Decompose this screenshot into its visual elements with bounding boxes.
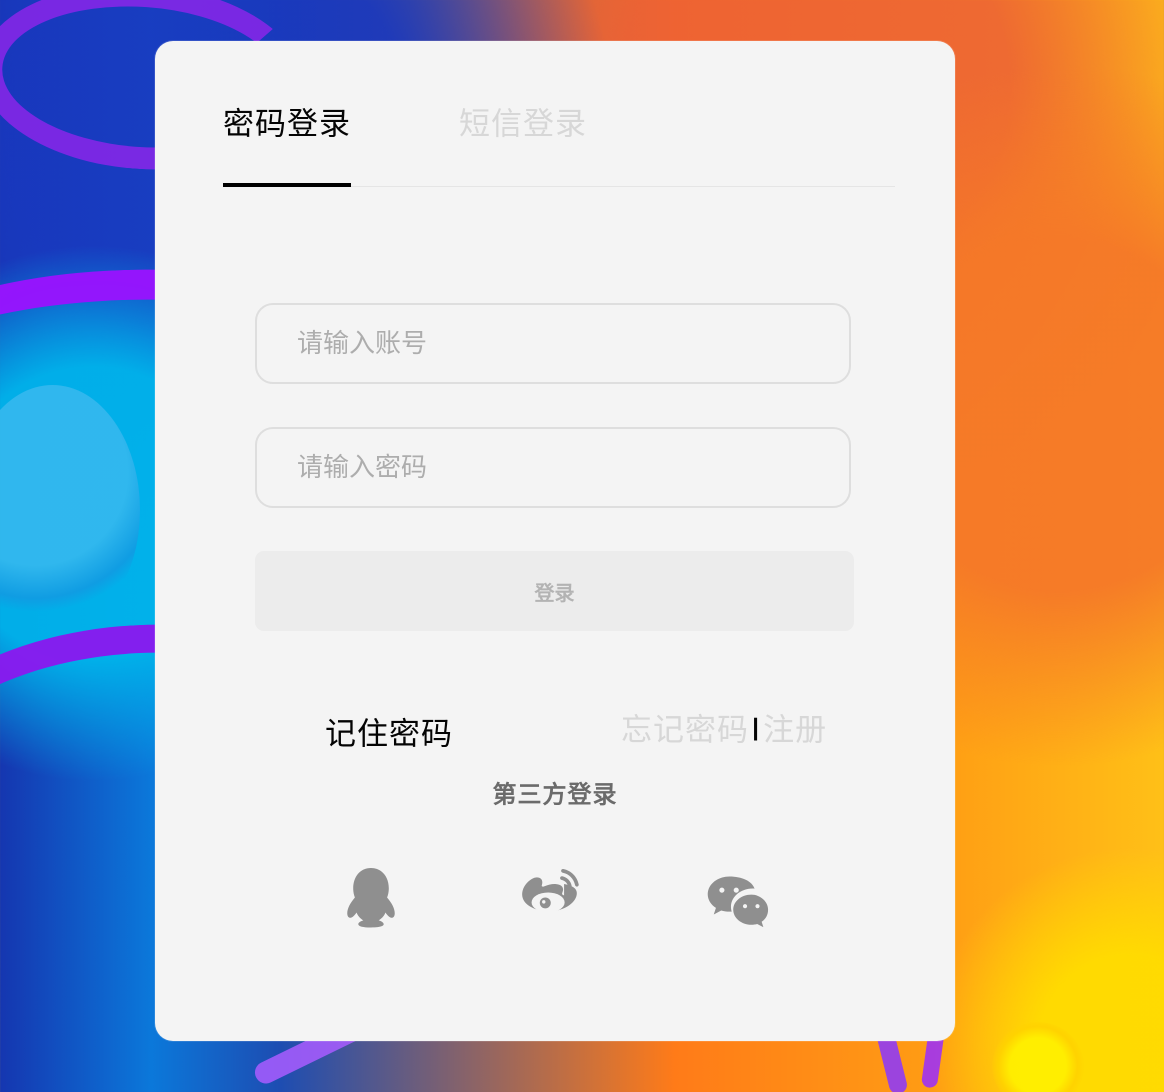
account-field [255,303,851,384]
remember-password-link[interactable]: 记住密码 [325,709,453,754]
password-field [255,427,851,508]
register-link[interactable]: 注册 [763,713,827,749]
qq-icon[interactable] [337,863,405,931]
forgot-password-link[interactable]: 忘记密码 [621,713,749,749]
link-separator: I [751,712,762,749]
active-tab-indicator [223,183,351,187]
background-yellow-sphere [992,1022,1084,1092]
background-blue-sphere [0,385,140,635]
account-links: 忘记密码I注册 [621,712,827,749]
tab-sms-login[interactable]: 短信登录 [459,109,587,141]
wechat-icon[interactable] [703,867,771,935]
weibo-icon[interactable] [516,859,584,927]
tab-password-login[interactable]: 密码登录 [223,109,351,141]
password-input[interactable] [257,429,849,506]
login-card: 密码登录 短信登录 登录 记住密码 忘记密码I注册 第三方登录 [155,41,955,1041]
third-party-login-title: 第三方登录 [492,780,618,809]
account-input[interactable] [257,305,849,382]
login-button[interactable]: 登录 [255,551,854,631]
